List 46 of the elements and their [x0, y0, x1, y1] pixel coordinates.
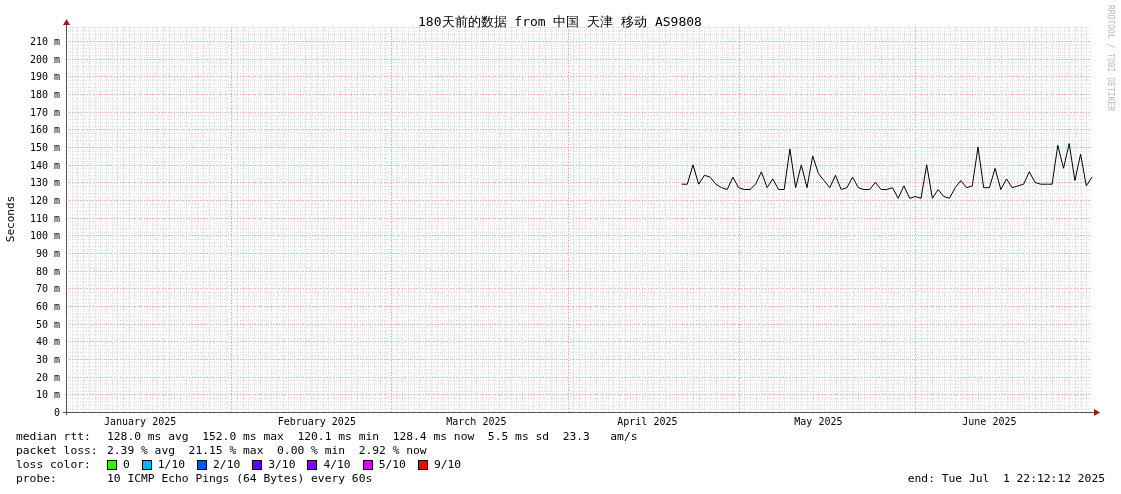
- tick-label: April 2025: [617, 416, 678, 427]
- legend-text: 128.0 ms avg 152.0 ms max 120.1 ms min 128.4 ms now 5.5 ms sd 23.3 am/s: [107, 430, 638, 444]
- tick-label: 130 m: [29, 177, 60, 189]
- tick-label: June 2025: [962, 416, 1017, 427]
- tick-label: 140 m: [29, 159, 60, 171]
- tick-label: 120 m: [29, 195, 60, 207]
- legend-text: 2/10: [213, 458, 241, 472]
- tick-label: 70 m: [35, 283, 60, 295]
- tick-label: February 2025: [277, 416, 356, 427]
- legend-text: 2.39 % avg 21.15 % max 0.00 % min 2.92 % now: [107, 444, 427, 458]
- tick-label: 150 m: [29, 142, 60, 154]
- tick-label: 40 m: [35, 336, 60, 348]
- tick-label: 100 m: [29, 230, 60, 242]
- tick-label: 80 m: [35, 265, 60, 277]
- legend-text: 9/10: [433, 458, 462, 472]
- tick-label: 180 m: [29, 89, 60, 101]
- axis-title: Seconds: [4, 195, 17, 243]
- end-time: end: Tue Jul 1 22:12:12 2025: [907, 472, 1105, 486]
- tick-label: 210 m: [29, 36, 60, 48]
- legend-text: 0: [123, 458, 130, 472]
- credit-text: RRDTOOL / TOBI OETIKER: [1106, 5, 1115, 111]
- legend-label: probe:: [16, 472, 58, 486]
- tick-label: 160 m: [29, 124, 60, 136]
- tick-label: 30 m: [35, 354, 60, 365]
- tick-label: 20 m: [35, 371, 60, 383]
- tick-label: 170 m: [29, 106, 60, 118]
- legend-label: loss color:: [16, 458, 92, 472]
- tick-label: May 2025: [794, 416, 843, 427]
- tick-label: 190 m: [29, 71, 60, 83]
- legend-text: 4/10: [323, 458, 351, 472]
- tick-label: January 2025: [104, 416, 177, 427]
- tick-label: 90 m: [35, 248, 60, 260]
- tick-label: 60 m: [35, 301, 60, 313]
- tick-label: 200 m: [29, 53, 60, 65]
- legend-text: 5/10: [378, 458, 406, 472]
- chart-title: 180天前的数据 from 中国 天津 移动 AS9808: [418, 14, 702, 29]
- tick-label: 50 m: [35, 318, 60, 330]
- legend-text: 10 ICMP Echo Pings (64 Bytes) every 60s: [107, 472, 373, 486]
- legend-label: packet loss:: [16, 444, 99, 458]
- tick-label: 110 m: [29, 212, 60, 224]
- legend-text: 1/10: [157, 458, 186, 472]
- legend-label: median rtt:: [16, 430, 92, 444]
- tick-label: 10 m: [35, 389, 60, 401]
- tick-label: March 2025: [446, 416, 507, 427]
- legend-text: 3/10: [268, 458, 296, 472]
- tick-label: 0: [53, 407, 60, 418]
